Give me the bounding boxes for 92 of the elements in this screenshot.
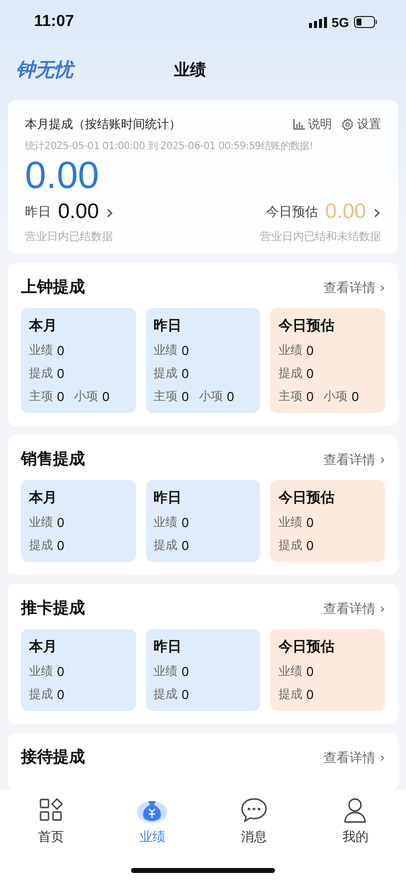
stat-label: 提成: [278, 686, 302, 703]
card-title: 今日预估: [278, 638, 336, 656]
signal-icon: [308, 16, 327, 28]
card-title: 昨日: [154, 317, 183, 335]
stat-label: 提成: [154, 537, 178, 554]
stat-label: 业绩: [154, 514, 178, 531]
stat-value: 0: [57, 389, 64, 404]
estimate-note: 营业日内已结和未结数据: [260, 229, 381, 244]
card-title: 本月: [29, 317, 58, 335]
stat-value: 0: [57, 343, 64, 358]
card-title: 今日预估: [278, 317, 336, 335]
stat-value: 0: [182, 343, 189, 358]
estimate-label: 今日预估: [266, 204, 318, 221]
chevron-icon[interactable]: ›: [373, 200, 381, 224]
stat-value: 0: [306, 389, 314, 404]
stat-label: 主项: [29, 388, 53, 405]
stat-label: 提成: [29, 365, 53, 382]
stat-value: 0: [226, 389, 234, 404]
card-title: 昨日: [154, 489, 183, 507]
section-title: 接待提成: [21, 747, 85, 768]
stat-label: 提成: [154, 365, 178, 382]
stat-label: 提成: [278, 365, 302, 382]
stat-label: 业绩: [278, 342, 302, 359]
details-link[interactable]: 查看详情 ›: [324, 600, 385, 618]
stat-value: 0: [182, 366, 189, 381]
summary-title: 本月提成（按结账时间统计）: [25, 116, 181, 133]
battery-icon: [354, 16, 378, 28]
stat-label: 提成: [154, 686, 178, 703]
network-label: 5G: [332, 14, 349, 30]
stat-label: 主项: [278, 388, 302, 405]
card-title: 昨日: [154, 638, 183, 656]
card-title: 本月: [29, 489, 58, 507]
stat-label: 小项: [74, 388, 98, 405]
stat-label: 提成: [29, 686, 53, 703]
stat-label: 小项: [324, 388, 348, 405]
stat-value: 0: [306, 538, 314, 553]
chat-icon: [240, 796, 268, 824]
card-title: 今日预估: [278, 489, 336, 507]
stat-value: 0: [182, 389, 189, 404]
estimate-value: 0.00: [325, 200, 366, 224]
section-title: 推卡提成: [21, 598, 85, 619]
stat-label: 提成: [29, 537, 53, 554]
details-link[interactable]: 查看详情 ›: [324, 748, 385, 766]
yesterday-label: 昨日: [25, 204, 51, 221]
stat-value: 0: [306, 515, 314, 530]
stat-value: 0: [306, 664, 314, 679]
help-button[interactable]: 说明: [293, 116, 332, 133]
yesterday-value: 0.00: [58, 200, 99, 224]
tab-item[interactable]: 我的: [304, 796, 406, 850]
status-time: 11:07: [34, 13, 74, 31]
stat-label: 业绩: [154, 342, 178, 359]
period-text: 统计2025-05-01 01:00:00 到 2025-06-01 00:59:59结账的数据!: [25, 140, 314, 153]
stat-label: 小项: [198, 388, 223, 405]
card-title: 本月: [29, 638, 58, 656]
stat-label: 提成: [278, 537, 302, 554]
stat-value: 0: [352, 389, 359, 404]
tab-item[interactable]: 业绩: [102, 796, 203, 850]
amount-value: 0.00: [25, 155, 100, 198]
page-title: 业绩: [174, 60, 206, 80]
stat-value: 0: [102, 389, 110, 404]
settings-button[interactable]: 设置: [341, 116, 381, 133]
stat-value: 0: [182, 515, 189, 530]
stat-label: 业绩: [154, 663, 178, 680]
tab-item[interactable]: 首页: [0, 796, 102, 850]
app-logo: 钟无忧: [16, 57, 174, 83]
stat-label: 业绩: [278, 663, 302, 680]
chevron-icon[interactable]: ›: [106, 200, 114, 224]
bar-chart-icon: [293, 119, 305, 130]
stat-label: 主项: [154, 388, 178, 405]
stat-value: 0: [57, 538, 64, 553]
details-link[interactable]: 查看详情 ›: [324, 278, 385, 296]
details-link[interactable]: 查看详情 ›: [324, 450, 385, 468]
stat-label: 业绩: [29, 663, 53, 680]
stat-label: 业绩: [29, 514, 53, 531]
stat-value: 0: [306, 366, 314, 381]
stat-value: 0: [57, 366, 64, 381]
stat-value: 0: [57, 515, 64, 530]
stat-value: 0: [182, 664, 189, 679]
stat-value: 0: [57, 664, 64, 679]
section-title: 销售提成: [21, 449, 85, 470]
stat-label: 业绩: [29, 342, 53, 359]
stat-value: 0: [306, 343, 314, 358]
section-title: 上钟提成: [21, 277, 85, 298]
user-icon: [343, 796, 368, 824]
tab-item[interactable]: 消息: [203, 796, 304, 850]
stat-value: 0: [306, 687, 314, 702]
stat-value: 0: [182, 687, 189, 702]
yesterday-note: 营业日内已结数据: [25, 229, 114, 244]
stat-value: 0: [182, 538, 189, 553]
settings-icon: [341, 118, 354, 131]
stat-label: 业绩: [278, 514, 302, 531]
stat-value: 0: [57, 687, 64, 702]
